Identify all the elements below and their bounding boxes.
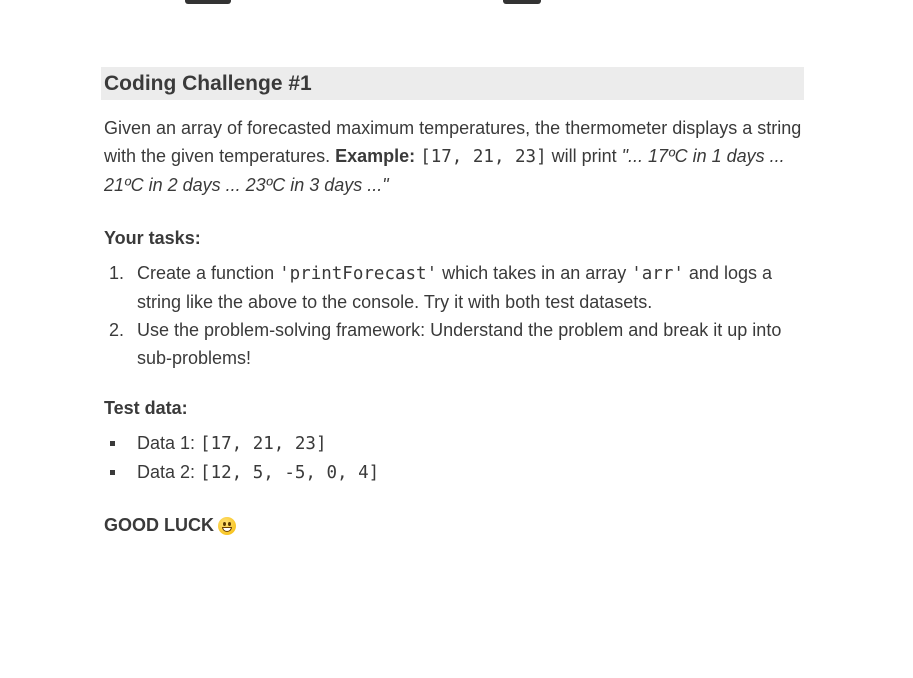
clipped-glyph xyxy=(185,0,231,4)
intro-text-2: will print xyxy=(546,146,622,166)
test-data-value: [12, 5, -5, 0, 4] xyxy=(200,463,380,483)
intro-paragraph: Given an array of forecasted maximum tem… xyxy=(104,114,804,199)
tasks-list: 1. Create a function 'printForecast' whi… xyxy=(101,259,804,372)
task-text: Use the problem-solving framework: Under… xyxy=(137,320,782,368)
test-data-list: Data 1: [17, 21, 23] Data 2: [12, 5, -5,… xyxy=(101,429,804,487)
task-number: 2. xyxy=(109,320,125,340)
test-data-heading: Test data: xyxy=(104,398,188,418)
task-text: which takes in an array xyxy=(437,263,632,283)
clipped-glyph xyxy=(503,0,541,4)
test-data-item: Data 1: [17, 21, 23] xyxy=(101,429,804,458)
challenge-section: Coding Challenge #1 Given an array of fo… xyxy=(101,67,804,536)
good-luck: GOOD LUCK xyxy=(104,515,804,536)
task-number: 1. xyxy=(109,263,125,283)
challenge-heading: Coding Challenge #1 xyxy=(101,67,804,100)
bullet-icon xyxy=(110,470,115,475)
good-luck-text: GOOD LUCK xyxy=(104,515,214,535)
tasks-heading: Your tasks: xyxy=(104,228,201,248)
task-text: Create a function xyxy=(137,263,280,283)
test-data-label: Data 1: xyxy=(137,433,201,453)
clipped-title xyxy=(103,0,803,4)
bullet-icon xyxy=(110,441,115,446)
task-item: 1. Create a function 'printForecast' whi… xyxy=(101,259,804,316)
task-code: 'arr' xyxy=(631,264,684,284)
test-data-item: Data 2: [12, 5, -5, 0, 4] xyxy=(101,458,804,487)
example-label: Example: xyxy=(335,146,416,166)
test-data-value: [17, 21, 23] xyxy=(200,434,327,454)
test-data-label: Data 2: xyxy=(137,462,201,482)
example-code: [17, 21, 23] xyxy=(420,147,547,167)
task-item: 2. Use the problem-solving framework: Un… xyxy=(101,316,804,372)
grinning-face-icon xyxy=(218,516,236,535)
task-code: 'printForecast' xyxy=(279,264,438,284)
